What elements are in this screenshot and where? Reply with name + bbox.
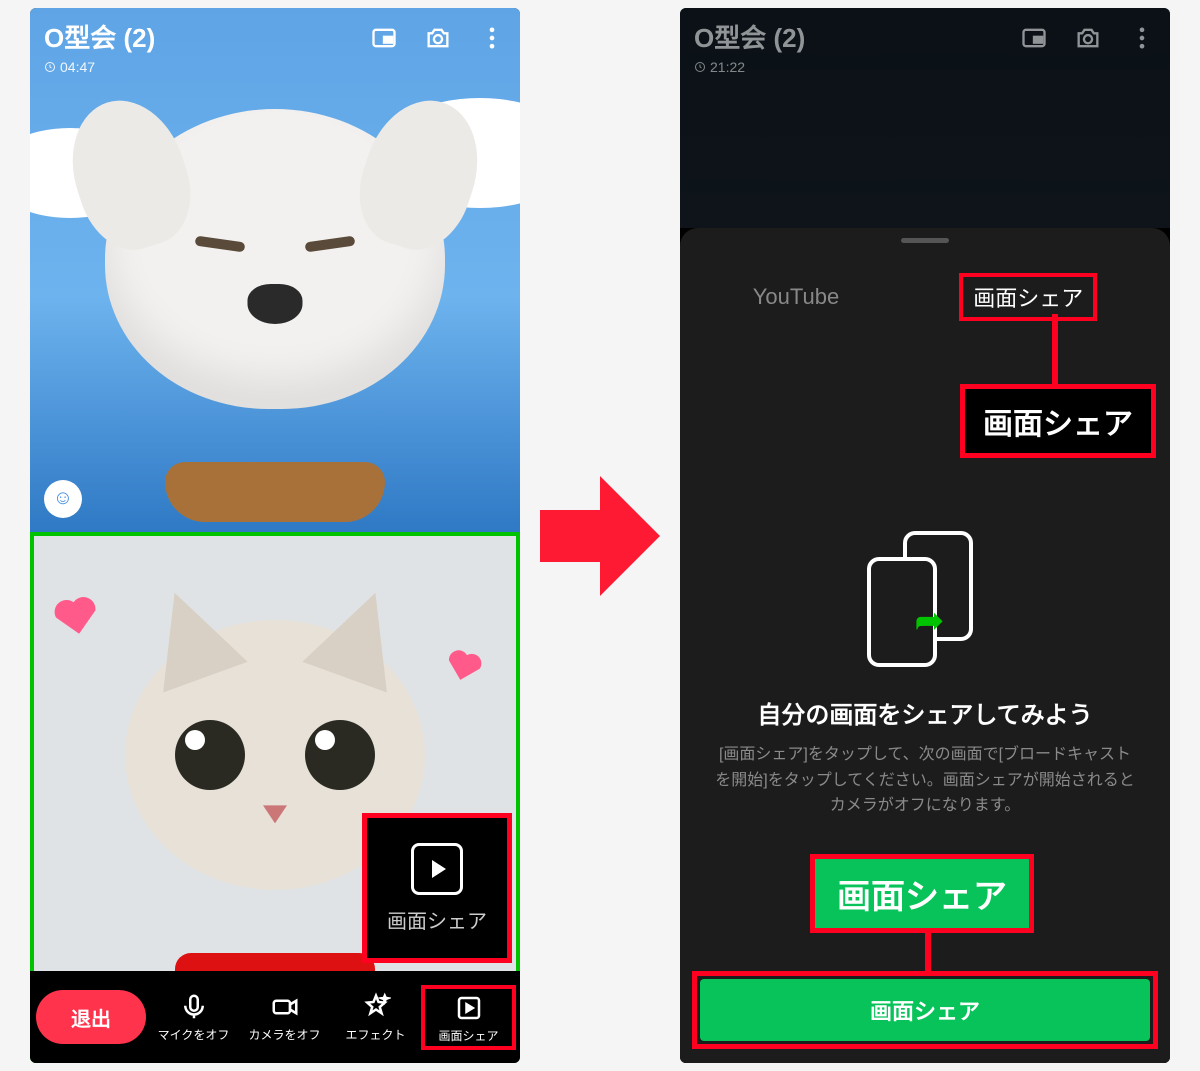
callout-screenshare-cta: 画面シェア [810, 854, 1034, 933]
call-header: O型会 (2) 04:47 [30, 8, 520, 88]
call-timer: 21:22 [694, 59, 805, 75]
callout-screenshare-tab: 画面シェア [960, 384, 1156, 458]
share-description: [画面シェア]をタップして、次の画面で[ブロードキャストを開始]をタップしてくだ… [680, 730, 1170, 819]
share-arrow-icon: ➦ [915, 601, 944, 641]
room-title: O型会 (2) [694, 18, 805, 55]
call-timer: 04:47 [44, 59, 155, 75]
pip-icon[interactable] [370, 24, 398, 52]
exit-button[interactable]: 退出 [36, 990, 146, 1044]
more-menu-icon[interactable] [478, 24, 506, 52]
screenshare-cta-button[interactable]: 画面シェア [700, 979, 1150, 1041]
more-menu-icon[interactable] [1128, 24, 1156, 52]
share-bottom-sheet: YouTube 画面シェア 画面シェア ➦ 自分の画面をシェアしてみよう [画面… [680, 228, 1170, 1063]
avatar-dog [105, 109, 445, 409]
transition-arrow-icon [540, 476, 660, 596]
camera-flip-icon[interactable] [424, 24, 452, 52]
tab-youtube[interactable]: YouTube [753, 284, 839, 310]
share-title: 自分の画面をシェアしてみよう [757, 695, 1092, 730]
room-title: O型会 (2) [44, 18, 155, 55]
effects-button[interactable]: エフェクト [332, 992, 419, 1043]
screenshare-popup-label: 画面シェア [387, 905, 487, 934]
screenshare-icon [411, 843, 463, 895]
camera-toggle[interactable]: カメラをオフ [241, 992, 328, 1043]
share-tabs: YouTube 画面シェア [680, 243, 1170, 331]
pip-icon[interactable] [1020, 24, 1048, 52]
call-header-dimmed: O型会 (2) 21:22 [680, 8, 1170, 88]
mic-toggle[interactable]: マイクをオフ [150, 992, 237, 1043]
screenshare-callout-popup: 画面シェア [362, 813, 512, 963]
phone-left: ☺ かなちゃん O型会 (2) 04:47 [30, 8, 520, 1063]
phone-right: O型会 (2) 21:22 YouTube 画面シェア 画面シェア [680, 8, 1170, 1063]
tab-screenshare[interactable]: 画面シェア [959, 273, 1097, 321]
screenshare-button[interactable]: 画面シェア [423, 987, 514, 1048]
screenshare-illustration: ➦ [855, 531, 995, 671]
call-bottom-bar: 退出 マイクをオフ カメラをオフ エフェクト 画面シェア [30, 971, 520, 1063]
effects-smiley-button[interactable]: ☺ [44, 480, 82, 518]
camera-flip-icon[interactable] [1074, 24, 1102, 52]
